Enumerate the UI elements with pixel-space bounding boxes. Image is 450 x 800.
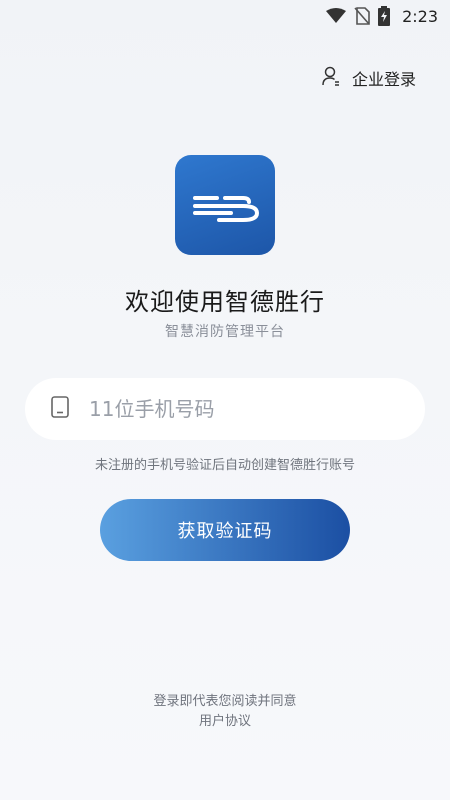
enterprise-login-button[interactable]: 企业登录: [322, 66, 416, 90]
get-code-button[interactable]: 获取验证码: [100, 499, 350, 561]
phone-field[interactable]: [25, 378, 425, 440]
phone-icon: [51, 396, 69, 422]
app-subtitle: 智慧消防管理平台: [165, 324, 285, 340]
enterprise-login-label: 企业登录: [351, 70, 416, 89]
battery-charging-icon: [378, 6, 391, 26]
status-bar: 2:23: [0, 0, 450, 32]
user-icon: [322, 66, 340, 90]
wifi-icon: [326, 8, 347, 24]
app-title: 欢迎使用智德胜行: [125, 288, 325, 316]
no-sim-icon: [354, 7, 370, 25]
agreement-footer: 登录即代表您阅读并同意 用户协议: [0, 692, 450, 732]
status-time: 2:23: [402, 6, 438, 26]
registration-hint: 未注册的手机号验证后自动创建智德胜行账号: [94, 458, 355, 473]
app-logo-icon: [175, 155, 275, 255]
agreement-text: 登录即代表您阅读并同意: [153, 694, 297, 709]
phone-input[interactable]: [89, 397, 389, 421]
user-agreement-link[interactable]: 用户协议: [0, 712, 450, 732]
